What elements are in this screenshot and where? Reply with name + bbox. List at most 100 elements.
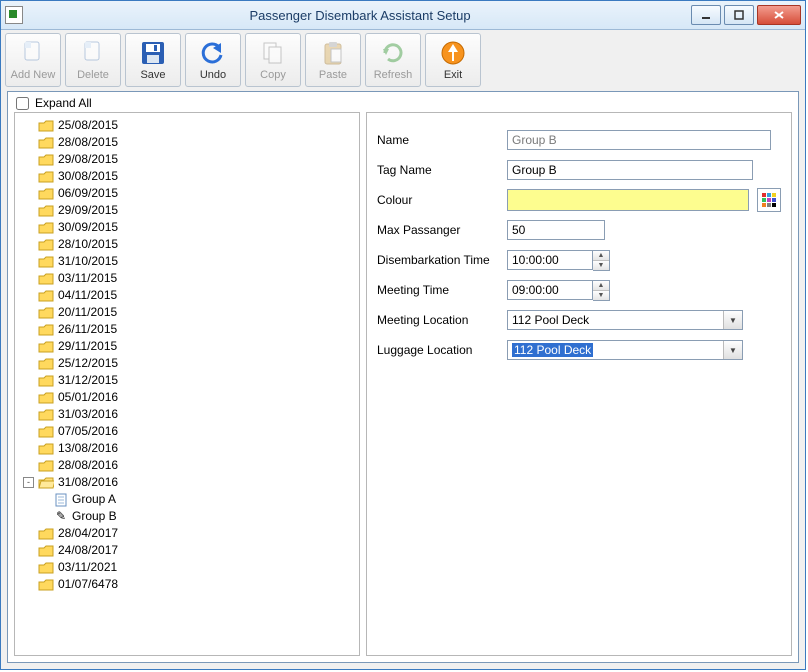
save-button[interactable]: Save: [125, 33, 181, 87]
tree-toggle[interactable]: [23, 545, 34, 556]
window-title: Passenger Disembark Assistant Setup: [29, 8, 691, 23]
tree-folder[interactable]: 29/09/2015: [21, 202, 357, 219]
colour-swatch[interactable]: [507, 189, 749, 211]
tree-toggle[interactable]: [23, 528, 34, 539]
folder-icon: [38, 527, 54, 541]
tree-folder[interactable]: 24/08/2017: [21, 542, 357, 559]
tree-toggle[interactable]: [23, 154, 34, 165]
tree-folder[interactable]: 01/07/6478: [21, 576, 357, 593]
disembark-time-spin-down[interactable]: ▼: [593, 261, 609, 270]
tree-folder[interactable]: 31/10/2015: [21, 253, 357, 270]
disembark-time-spin-up[interactable]: ▲: [593, 251, 609, 261]
meeting-location-combo[interactable]: [507, 310, 743, 330]
tree-folder[interactable]: 28/08/2015: [21, 134, 357, 151]
tree-toggle[interactable]: [23, 256, 34, 267]
tree-toggle[interactable]: [23, 426, 34, 437]
meeting-time-spin-up[interactable]: ▲: [593, 281, 609, 291]
paste-icon: [319, 39, 347, 67]
tree-folder[interactable]: 30/08/2015: [21, 168, 357, 185]
tree-toggle[interactable]: [23, 358, 34, 369]
tree-toggle[interactable]: [23, 409, 34, 420]
close-button[interactable]: [757, 5, 801, 25]
meeting-time-spin-down[interactable]: ▼: [593, 291, 609, 300]
name-label: Name: [377, 133, 507, 147]
chevron-down-icon[interactable]: ▼: [723, 341, 742, 359]
maximize-button[interactable]: [724, 5, 754, 25]
window-frame: Passenger Disembark Assistant Setup Add …: [0, 0, 806, 670]
toolbar-label: Paste: [319, 69, 347, 81]
tree-toggle[interactable]: [23, 188, 34, 199]
tree-label: 20/11/2015: [58, 304, 117, 321]
tree-folder[interactable]: 20/11/2015: [21, 304, 357, 321]
tree-toggle[interactable]: [23, 562, 34, 573]
tree-toggle[interactable]: [23, 120, 34, 131]
tree-label: 28/08/2016: [58, 457, 118, 474]
tree-folder[interactable]: 25/08/2015: [21, 117, 357, 134]
meeting-time-input[interactable]: [507, 280, 593, 300]
tree-folder[interactable]: 28/10/2015: [21, 236, 357, 253]
tree-toggle[interactable]: [23, 222, 34, 233]
tree-toggle[interactable]: [39, 511, 50, 522]
tree-toggle[interactable]: [23, 137, 34, 148]
tree-pane[interactable]: 25/08/201528/08/201529/08/201530/08/2015…: [14, 112, 360, 656]
tree-folder[interactable]: 29/08/2015: [21, 151, 357, 168]
minimize-button[interactable]: [691, 5, 721, 25]
tree-folder[interactable]: 31/03/2016: [21, 406, 357, 423]
tree-folder[interactable]: 03/11/2021: [21, 559, 357, 576]
tree-toggle[interactable]: [23, 443, 34, 454]
tree-folder[interactable]: 26/11/2015: [21, 321, 357, 338]
tree-item[interactable]: ✎Group B: [37, 508, 357, 525]
exit-button[interactable]: Exit: [425, 33, 481, 87]
tree-item[interactable]: Group A: [37, 491, 357, 508]
tag-name-input[interactable]: [507, 160, 753, 180]
chevron-down-icon[interactable]: ▼: [723, 311, 742, 329]
tree-toggle[interactable]: [39, 494, 50, 505]
tree-toggle[interactable]: [23, 273, 34, 284]
tree-toggle[interactable]: [23, 392, 34, 403]
form-pane: Name Tag Name Colour: [366, 112, 792, 656]
tree-label: Group A: [72, 491, 116, 508]
tree-toggle[interactable]: [23, 324, 34, 335]
tree-toggle[interactable]: [23, 239, 34, 250]
tree-folder[interactable]: 29/11/2015: [21, 338, 357, 355]
disembark-time-label: Disembarkation Time: [377, 253, 507, 267]
tree-folder[interactable]: 28/08/2016: [21, 457, 357, 474]
luggage-location-value: 112 Pool Deck: [512, 343, 593, 357]
tree-label: 01/07/6478: [58, 576, 118, 593]
meeting-location-label: Meeting Location: [377, 313, 507, 327]
tree-folder[interactable]: 13/08/2016: [21, 440, 357, 457]
tree-folder[interactable]: -31/08/2016: [21, 474, 357, 491]
expand-all-label: Expand All: [35, 96, 92, 110]
tree-folder[interactable]: 28/04/2017: [21, 525, 357, 542]
folder-icon: [38, 374, 54, 388]
tree-toggle[interactable]: [23, 460, 34, 471]
colour-picker-button[interactable]: [757, 188, 781, 212]
tree-toggle[interactable]: [23, 375, 34, 386]
expand-all-checkbox[interactable]: [16, 97, 29, 110]
toolbar: Add NewDeleteSaveUndoCopyPasteRefreshExi…: [1, 30, 805, 91]
tree-label: 25/12/2015: [58, 355, 118, 372]
tree-toggle[interactable]: [23, 205, 34, 216]
add-new-button: Add New: [5, 33, 61, 87]
tree-label: 25/08/2015: [58, 117, 118, 134]
tree-folder[interactable]: 04/11/2015: [21, 287, 357, 304]
tree-toggle[interactable]: [23, 579, 34, 590]
tree-toggle[interactable]: -: [23, 477, 34, 488]
tree-toggle[interactable]: [23, 290, 34, 301]
tree-folder[interactable]: 06/09/2015: [21, 185, 357, 202]
folder-icon: [38, 459, 54, 473]
max-passenger-input[interactable]: [507, 220, 605, 240]
folder-icon: [38, 187, 54, 201]
tree-folder[interactable]: 25/12/2015: [21, 355, 357, 372]
tree-folder[interactable]: 07/05/2016: [21, 423, 357, 440]
tree-toggle[interactable]: [23, 171, 34, 182]
tree-toggle[interactable]: [23, 341, 34, 352]
undo-button[interactable]: Undo: [185, 33, 241, 87]
tree-folder[interactable]: 30/09/2015: [21, 219, 357, 236]
tree-folder[interactable]: 03/11/2015: [21, 270, 357, 287]
tree-folder[interactable]: 31/12/2015: [21, 372, 357, 389]
tree-folder[interactable]: 05/01/2016: [21, 389, 357, 406]
disembark-time-input[interactable]: [507, 250, 593, 270]
tree-toggle[interactable]: [23, 307, 34, 318]
luggage-location-combo[interactable]: 112 Pool Deck: [507, 340, 743, 360]
